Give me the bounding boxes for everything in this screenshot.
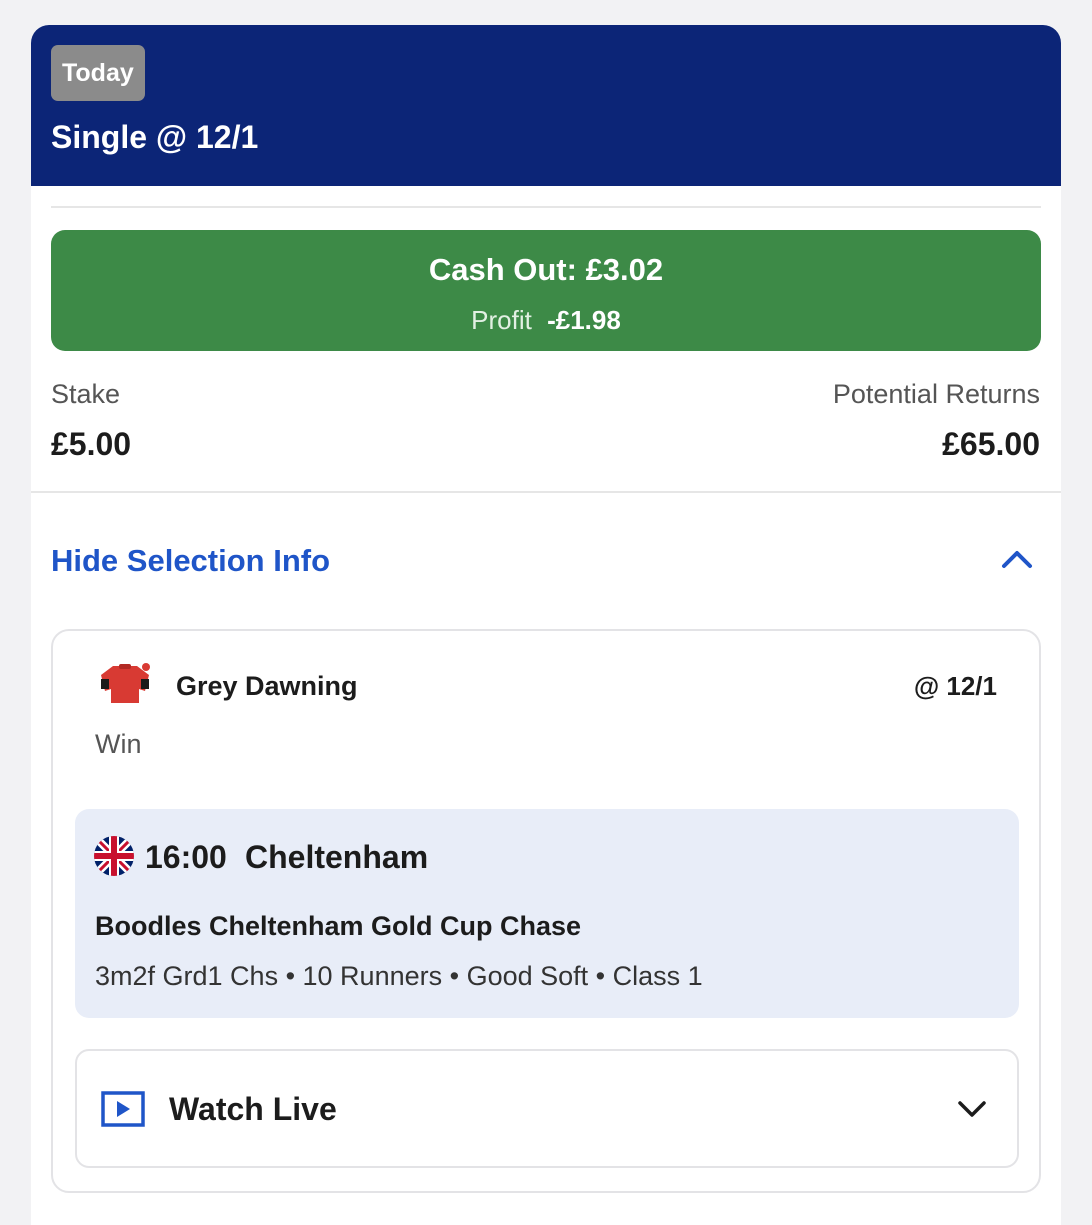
potential-returns-label: Potential Returns (832, 379, 1040, 409)
chevron-down-icon[interactable] (957, 1099, 987, 1119)
selection-odds: @ 12/1 (913, 671, 997, 701)
potential-returns-value: £65.00 (942, 426, 1040, 462)
divider (31, 491, 1061, 493)
race-course: Cheltenham (245, 839, 429, 875)
race-info: 16:00 Cheltenham Boodles Cheltenham Gold… (75, 809, 1019, 1018)
uk-flag-icon (94, 836, 134, 876)
stake-label: Stake (51, 379, 121, 409)
watch-live-label: Watch Live (169, 1091, 337, 1127)
race-name: Boodles Cheltenham Gold Cup Chase (95, 911, 582, 941)
stake-value: £5.00 (51, 426, 132, 462)
profit-label: Profit (471, 305, 532, 335)
race-time: 16:00 (145, 839, 227, 875)
bet-card: Today Single @ 12/1 Cash Out: £3.02 Prof… (31, 25, 1061, 1225)
cash-out-button[interactable]: Cash Out: £3.02 Profit -£1.98 (51, 230, 1041, 351)
selection-card: Grey Dawning @ 12/1 Win 16:00 Cheltenham… (51, 629, 1041, 1193)
horse-name: Grey Dawning (176, 671, 358, 701)
race-details: 3m2f Grd1 Chs • 10 Runners • Good Soft •… (95, 961, 703, 991)
divider (51, 206, 1041, 208)
jockey-silks-icon (101, 663, 150, 703)
market-type: Win (95, 729, 142, 759)
hide-selection-info-link[interactable]: Hide Selection Info (51, 541, 330, 581)
profit-line: Profit -£1.98 (51, 303, 1041, 337)
play-icon (101, 1091, 145, 1127)
cash-out-label: Cash Out: £3.02 (428, 252, 664, 287)
today-badge: Today (51, 45, 145, 101)
bet-title: Single @ 12/1 (51, 119, 259, 155)
watch-live-button[interactable]: Watch Live (75, 1049, 1019, 1168)
bet-header: Today Single @ 12/1 (31, 25, 1061, 186)
chevron-up-icon[interactable] (1001, 547, 1033, 571)
profit-value: -£1.98 (547, 305, 621, 335)
